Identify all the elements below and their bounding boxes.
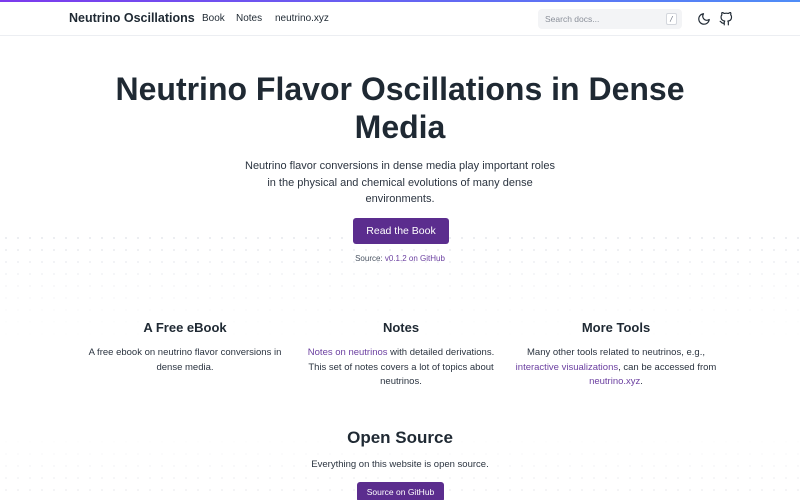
read-the-book-button[interactable]: Read the Book — [353, 218, 449, 244]
feature-desc-more-tools: Many other tools related to neutrinos, e… — [513, 346, 719, 390]
nav-link-book[interactable]: Book — [202, 13, 225, 24]
search-box[interactable]: / — [538, 9, 682, 29]
more-tools-text-3: . — [640, 376, 643, 387]
hero-description: Neutrino flavor conversions in dense med… — [245, 160, 555, 205]
top-navbar: Neutrino Oscillations Book Notes neutrin… — [0, 2, 800, 36]
more-tools-text-2: , can be accessed from — [618, 361, 717, 373]
feature-desc-notes: Notes on neutrinos with detailed derivat… — [301, 346, 501, 390]
nav-link-notes[interactable]: Notes — [236, 13, 262, 24]
source-version-line: Source: v0.1.2 on GitHub — [300, 254, 500, 263]
open-source-description: Everything on this website is open sourc… — [311, 459, 489, 470]
source-version-link[interactable]: v0.1.2 on GitHub — [385, 254, 445, 263]
page-title: Neutrino Flavor Oscillations in Dense Me… — [115, 71, 685, 145]
github-icon[interactable] — [719, 11, 733, 26]
open-source-title: Open Source — [347, 428, 453, 447]
interactive-visualizations-link[interactable]: interactive visualizations — [516, 362, 618, 373]
neutrino-xyz-link[interactable]: neutrino.xyz — [589, 376, 640, 387]
notes-on-neutrinos-link[interactable]: Notes on neutrinos — [308, 347, 388, 358]
more-tools-text-1: Many other tools related to neutrinos, e… — [527, 347, 705, 358]
search-input[interactable] — [538, 9, 682, 29]
feature-desc-ebook: A free ebook on neutrino flavor conversi… — [88, 347, 282, 373]
search-shortcut-key: / — [666, 13, 677, 25]
feature-title-notes: Notes — [382, 320, 420, 335]
nav-link-neutrino-xyz[interactable]: neutrino.xyz — [275, 13, 329, 24]
source-prefix: Source: — [355, 254, 385, 263]
moon-icon[interactable] — [697, 12, 711, 26]
feature-title-ebook: A Free eBook — [143, 320, 227, 335]
source-on-github-button[interactable]: Source on GitHub — [357, 482, 444, 500]
site-brand[interactable]: Neutrino Oscillations — [69, 11, 195, 25]
feature-title-more-tools: More Tools — [581, 320, 651, 335]
